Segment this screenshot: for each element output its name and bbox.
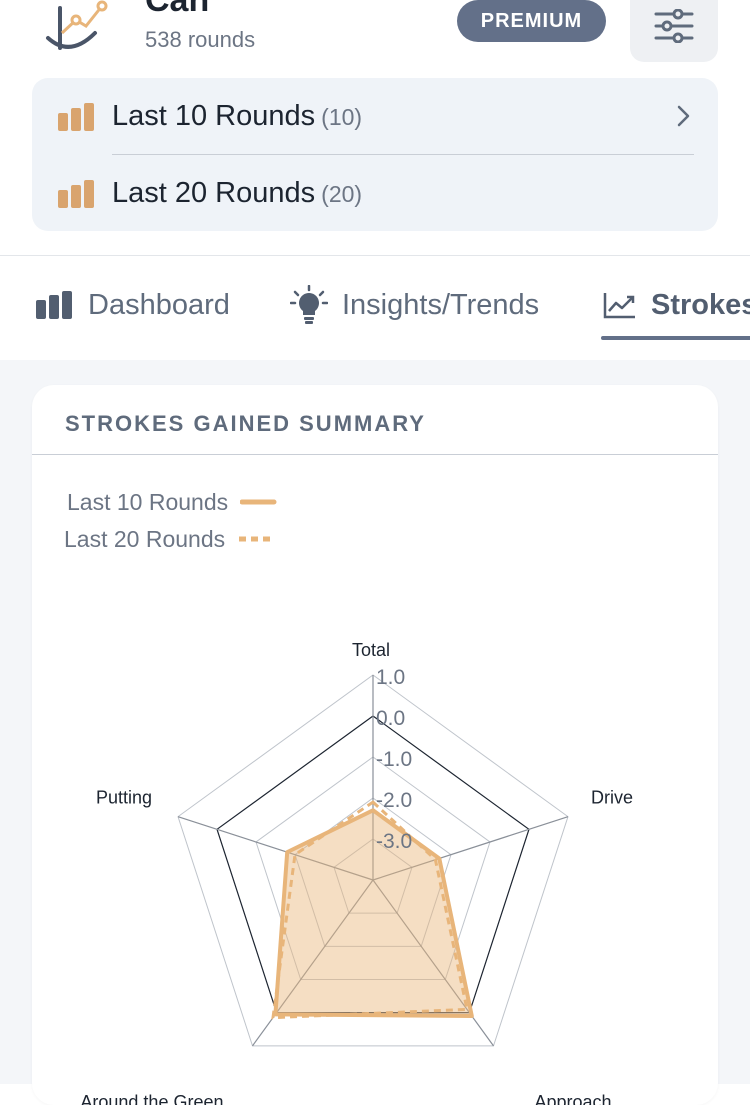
radar-axis-label: Drive (591, 788, 633, 808)
radar-axis-label: Total (352, 640, 390, 660)
tab-label: Insights/Trends (342, 288, 540, 321)
radar-tick-label: -1.0 (376, 748, 412, 771)
bar-chart-icon (58, 180, 94, 208)
radar-tick-label: 1.0 (376, 666, 405, 689)
round-filter-count: (20) (321, 181, 363, 207)
radar-tick-label: -3.0 (376, 830, 412, 853)
round-filter-label: Last 10 Rounds (10) (112, 100, 363, 132)
radar-tick-label: 0.0 (376, 707, 405, 730)
bar-chart-icon (36, 291, 72, 319)
rounds-count: 538 rounds (145, 27, 256, 52)
chevron-right-icon (677, 105, 690, 127)
radar-axis-label: Around the Green (80, 1092, 223, 1105)
trend-line-icon (603, 293, 635, 319)
radar-tick-label: -2.0 (376, 789, 412, 812)
round-filter-last-10[interactable]: Last 10 Rounds (10) (32, 78, 718, 154)
lightbulb-icon (290, 285, 328, 324)
filter-settings-button[interactable] (630, 0, 718, 62)
tab-dashboard[interactable]: Dashboard (36, 280, 230, 330)
tab-label: Strokes (651, 288, 750, 321)
sliders-icon (654, 9, 694, 43)
tab-insights-trends[interactable]: Insights/Trends (290, 280, 539, 330)
bar-chart-icon (58, 103, 94, 131)
radar-chart: 1.0 0.0 -1.0 -2.0 -3.0 Total Drive Approach Arou… (80, 640, 633, 1105)
round-filter-label: Last 20 Rounds (20) (112, 177, 363, 209)
tab-label: Dashboard (88, 288, 230, 321)
tab-strokes[interactable]: Strokes (603, 280, 750, 330)
strokes-gained-card: STROKES GAINED SUMMARY Last 10 Rounds La… (32, 385, 718, 1105)
app-logo-icon (40, 0, 110, 58)
user-name: Can (145, 0, 210, 19)
radar-axis-label: Putting (96, 788, 152, 808)
round-filter-last-20[interactable]: Last 20 Rounds (20) (32, 155, 718, 231)
round-filter-panel: Last 10 Rounds (10) Last 20 Rounds (20) (32, 78, 718, 231)
active-tab-indicator (601, 336, 750, 340)
tab-bar: Dashboard Insights/Trends Strokes (0, 256, 750, 360)
profile-header: Can 538 rounds PREMIUM (0, 0, 750, 75)
round-filter-count: (10) (321, 104, 363, 130)
radar-series-last-10 (273, 808, 474, 1018)
premium-badge[interactable]: PREMIUM (457, 0, 606, 42)
radar-axis-label: Approach (534, 1092, 611, 1105)
